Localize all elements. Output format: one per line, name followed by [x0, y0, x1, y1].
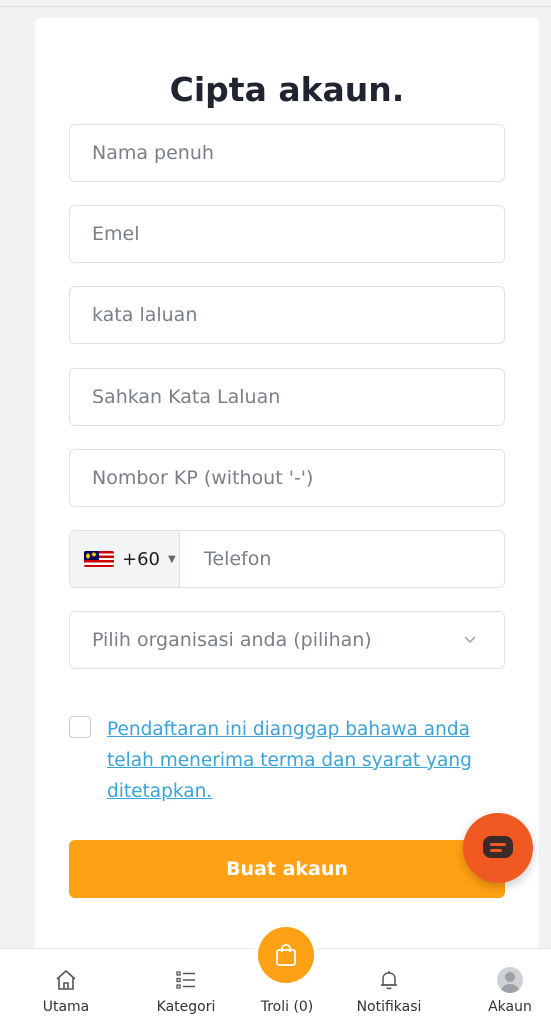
nav-label-categories: Kategori [156, 999, 216, 1015]
organisation-placeholder: Pilih organisasi anda (pilihan) [92, 629, 372, 651]
avatar-icon [497, 967, 523, 993]
country-code-selector[interactable]: ✸ +60 ▼ [70, 531, 180, 587]
password-input[interactable]: kata laluan [69, 286, 505, 344]
list-icon [176, 971, 195, 989]
confirm-password-placeholder: Sahkan Kata Laluan [92, 386, 281, 408]
signup-card: Cipta akaun. Nama penuh Emel kata laluan… [35, 18, 539, 968]
cart-button[interactable] [253, 922, 319, 988]
nav-label-account: Akaun [488, 999, 532, 1015]
email-placeholder: Emel [92, 223, 140, 245]
nav-item-home[interactable]: Utama [28, 949, 104, 1029]
country-code: +60 [122, 548, 160, 570]
confirm-password-input[interactable]: Sahkan Kata Laluan [69, 368, 505, 426]
page-title: Cipta akaun. [169, 70, 405, 109]
full-name-input[interactable]: Nama penuh [69, 124, 505, 182]
email-input[interactable]: Emel [69, 205, 505, 263]
nav-label-notifications: Notifikasi [356, 999, 422, 1015]
terms-link[interactable]: Pendaftaran ini dianggap bahawa anda tel… [107, 714, 487, 807]
ic-number-input[interactable]: Nombor KP (without '-') [69, 449, 505, 507]
bell-icon [381, 971, 397, 990]
nav-item-categories[interactable]: Kategori [144, 949, 228, 1029]
nav-item-notifications[interactable]: Notifikasi [346, 949, 432, 1029]
chat-button[interactable] [463, 813, 533, 883]
phone-input[interactable]: Telefon [180, 548, 271, 570]
caret-down-icon: ▼ [168, 553, 176, 565]
create-account-button[interactable]: Buat akaun [69, 840, 505, 898]
phone-field: ✸ +60 ▼ Telefon [69, 530, 505, 588]
ic-number-placeholder: Nombor KP (without '-') [92, 467, 314, 489]
terms-checkbox[interactable] [69, 716, 91, 738]
chat-icon [483, 836, 513, 858]
nav-item-account[interactable]: Akaun [478, 949, 542, 1029]
flag-my-icon: ✸ [84, 551, 114, 567]
home-icon [56, 969, 76, 990]
nav-label-home: Utama [42, 999, 90, 1015]
password-placeholder: kata laluan [92, 304, 198, 326]
organisation-select[interactable]: Pilih organisasi anda (pilihan) [69, 611, 505, 669]
nav-label-cart: Troli (0) [260, 999, 314, 1015]
top-divider [0, 6, 551, 7]
shopping-bag-icon [276, 944, 296, 966]
chevron-down-icon [464, 636, 476, 644]
full-name-placeholder: Nama penuh [92, 142, 214, 164]
